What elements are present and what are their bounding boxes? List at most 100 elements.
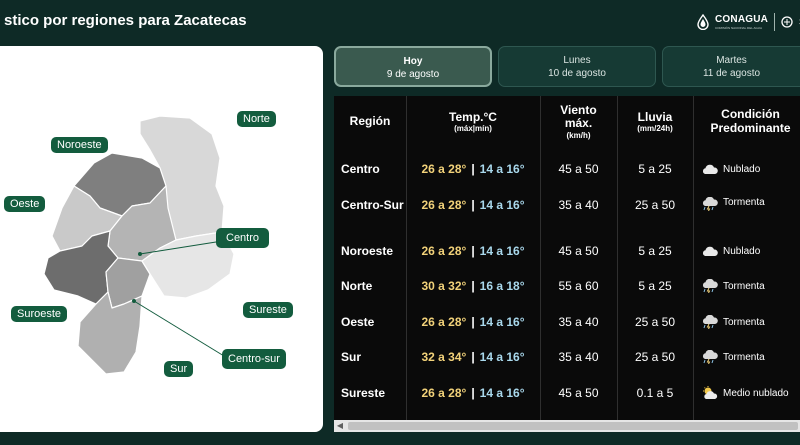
- header-temp: Temp.°C (máx|mín): [406, 96, 540, 148]
- row-condition-text: Tormenta: [723, 280, 765, 292]
- scrollbar-thumb[interactable]: [348, 422, 798, 430]
- row-condition: Tormenta: [701, 187, 800, 223]
- region-sur-shape: [77, 291, 143, 375]
- row-temp-max: 26 a 28°: [421, 386, 467, 400]
- tab-today-date: 9 de agosto: [386, 69, 440, 80]
- row-temp-min: 14 a 16°: [479, 350, 525, 364]
- tab-monday-date: 10 de agosto: [548, 68, 606, 79]
- tab-monday-day: Lunes: [563, 55, 591, 66]
- row-wind: 35 a 40: [558, 315, 599, 329]
- header-rain-label: Lluvia: [637, 109, 673, 124]
- conagua-logo-text: CONAGUA: [715, 13, 769, 25]
- tab-tuesday-day: Martes: [716, 55, 747, 66]
- centro-sur-leader-line: [133, 300, 225, 357]
- tab-monday[interactable]: Lunes 10 de agosto: [498, 46, 656, 87]
- storm-icon: [702, 315, 718, 329]
- table-horizontal-scrollbar[interactable]: ◀: [334, 420, 800, 432]
- row-temp: 26 a 28° | 14 a 16°: [406, 304, 540, 340]
- region-centro-sur-shape: [105, 257, 151, 309]
- header-rain: Lluvia (mm/24h): [617, 96, 693, 148]
- row-condition: Tormenta: [701, 339, 800, 375]
- row-temp-min: 14 a 16°: [479, 315, 525, 329]
- row-rain: 5 a 25: [638, 279, 672, 293]
- row-condition-text: Tormenta: [723, 351, 765, 363]
- row-region: Sureste: [341, 385, 386, 400]
- row-rain: 25 a 50: [634, 315, 676, 329]
- row-wind: 45 a 50: [558, 244, 599, 258]
- tab-tuesday[interactable]: Martes 11 de agosto: [662, 46, 800, 87]
- row-rain: 25 a 50: [634, 350, 676, 364]
- table-row: Centro 26 a 28° | 14 a 16° 45 a 50 5 a 2…: [334, 151, 800, 187]
- row-condition: Nublado: [701, 233, 800, 269]
- row-temp-separator: |: [471, 386, 475, 400]
- row-temp-max: 26 a 28°: [421, 162, 467, 176]
- cloud-icon: [702, 246, 718, 256]
- logo-area: CONAGUA COMISIÓN NACIONAL DEL AGUA SM: [697, 10, 800, 34]
- header-wind-label-2: máx.: [564, 116, 593, 131]
- row-temp-separator: |: [471, 315, 475, 329]
- map-label-centro-sur: Centro-sur: [222, 349, 286, 369]
- row-wind: 45 a 50: [558, 386, 599, 400]
- header-condition-label-2: Predominante: [710, 121, 791, 135]
- row-temp-max: 32 a 34°: [421, 350, 467, 364]
- tab-today[interactable]: Hoy 9 de agosto: [334, 46, 492, 87]
- row-temp: 26 a 28° | 14 a 16°: [406, 151, 540, 187]
- map-label-centro: Centro: [216, 228, 270, 248]
- row-temp-separator: |: [471, 350, 475, 364]
- row-wind: 45 a 50: [558, 162, 599, 176]
- row-region: Noroeste: [341, 243, 394, 258]
- header-region: Región: [334, 96, 406, 148]
- row-temp-min: 14 a 16°: [479, 198, 525, 212]
- map-label-sur: Sur: [164, 361, 194, 377]
- map-label-noroeste: Noroeste: [51, 137, 108, 153]
- row-wind: 35 a 40: [558, 198, 599, 212]
- cloud-icon: [702, 164, 718, 174]
- forecast-table: Región Temp.°C (máx|mín) Viento máx. (km…: [334, 96, 800, 420]
- row-region: Centro: [341, 161, 380, 176]
- row-temp-separator: |: [471, 198, 475, 212]
- page-title: stico por regiones para Zacatecas: [4, 12, 247, 29]
- row-temp-separator: |: [471, 244, 475, 258]
- row-temp-max: 26 a 28°: [421, 315, 467, 329]
- row-condition-text: Medio nublado: [723, 387, 789, 399]
- table-row: Noroeste 26 a 28° | 14 a 16° 45 a 50 5 a…: [334, 233, 800, 269]
- row-condition-text: Nublado: [723, 245, 761, 257]
- map-label-oeste: Oeste: [4, 196, 46, 212]
- scroll-left-arrow-icon[interactable]: ◀: [334, 420, 346, 432]
- row-condition: Nublado: [701, 151, 800, 187]
- table-row: Sur 32 a 34° | 14 a 16° 35 a 40 25 a 50 …: [334, 339, 800, 375]
- header-wind: Viento máx. (km/h): [540, 96, 617, 148]
- header-wind-unit: (km/h): [566, 131, 591, 141]
- row-temp: 30 a 32° | 16 a 18°: [406, 268, 540, 304]
- row-condition-text: Tormenta: [723, 197, 765, 208]
- row-rain: 5 a 25: [638, 244, 672, 258]
- map-label-suroeste: Suroeste: [11, 306, 68, 322]
- header-temp-unit: (máx|mín): [454, 124, 492, 134]
- row-temp: 26 a 28° | 14 a 16°: [406, 187, 540, 223]
- tab-today-day: Hoy: [403, 56, 423, 67]
- header-wind-label-1: Viento: [560, 102, 597, 117]
- map-label-sureste: Sureste: [243, 302, 293, 318]
- row-temp-min: 14 a 16°: [479, 162, 525, 176]
- row-condition-text: Nublado: [723, 163, 761, 175]
- table-row: Oeste 26 a 28° | 14 a 16° 35 a 40 25 a 5…: [334, 304, 800, 340]
- row-temp: 26 a 28° | 14 a 16°: [406, 233, 540, 269]
- conagua-logo-icon: [697, 14, 709, 30]
- zacatecas-map: [43, 115, 235, 375]
- header-condition: Condición Predominante: [693, 96, 800, 148]
- row-temp: 26 a 28° | 14 a 16°: [406, 375, 540, 411]
- row-region: Centro-Sur: [341, 197, 404, 212]
- row-region: Sur: [341, 349, 362, 364]
- row-rain: 5 a 25: [638, 162, 672, 176]
- header-condition-label-1: Condición: [721, 107, 780, 122]
- row-temp-max: 30 a 32°: [421, 279, 467, 293]
- row-temp-separator: |: [471, 279, 475, 293]
- smn-logo-icon: [781, 16, 793, 28]
- storm-icon: [702, 197, 718, 211]
- row-rain: 0.1 a 5: [636, 386, 674, 400]
- storm-icon: [702, 279, 718, 293]
- row-condition: Tormenta: [701, 304, 800, 340]
- table-row: Sureste 26 a 28° | 14 a 16° 45 a 50 0.1 …: [334, 375, 800, 411]
- table-row: Norte 30 a 32° | 16 a 18° 55 a 60 5 a 25…: [334, 268, 800, 304]
- row-wind: 55 a 60: [558, 279, 599, 293]
